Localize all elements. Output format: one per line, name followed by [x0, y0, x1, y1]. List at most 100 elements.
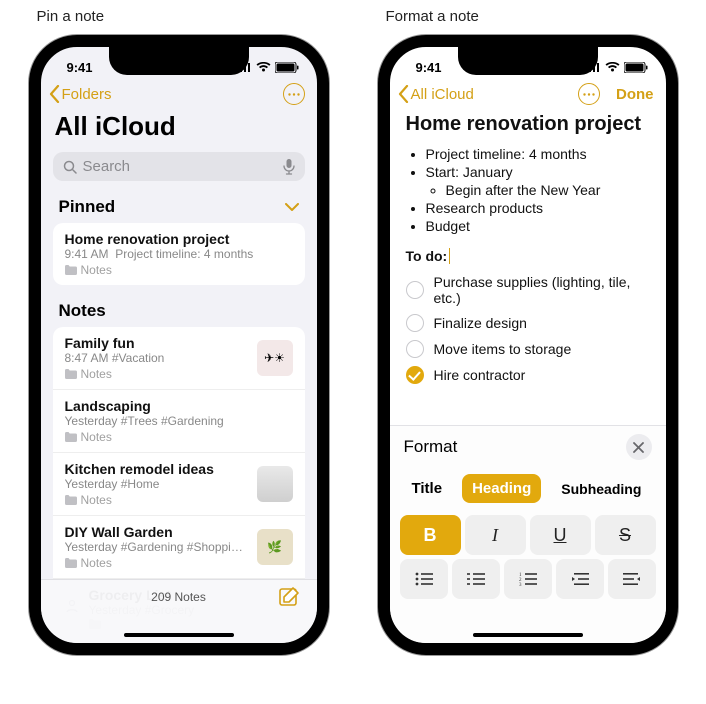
- wifi-icon: [256, 62, 271, 73]
- nav-bar: All iCloud Done: [390, 77, 666, 109]
- notch: [109, 47, 249, 75]
- folder-icon: [65, 432, 77, 442]
- bullet-sub-item: Begin after the New Year: [446, 182, 650, 198]
- indent-button[interactable]: [608, 559, 656, 599]
- note-folder: Notes: [65, 493, 247, 507]
- note-subtitle: Yesterday #Gardening #Shopping…: [65, 540, 247, 554]
- checkbox[interactable]: [406, 366, 424, 384]
- bullet-item: Budget: [426, 218, 650, 234]
- format-title: Format: [404, 437, 458, 457]
- home-indicator: [473, 633, 583, 637]
- strikethrough-button[interactable]: S: [595, 515, 656, 555]
- page-title: All iCloud: [41, 109, 317, 148]
- note-subtitle: 8:47 AM #Vacation: [65, 351, 247, 365]
- note-thumbnail: [257, 466, 293, 502]
- style-subheading[interactable]: Subheading: [551, 475, 651, 503]
- chevron-down-icon: [285, 203, 299, 212]
- close-icon: [633, 442, 644, 453]
- back-button[interactable]: All iCloud: [398, 85, 474, 103]
- battery-icon: [624, 62, 648, 73]
- more-button[interactable]: [283, 83, 305, 105]
- format-panel: Format Title Heading Subheading Body B I…: [390, 425, 666, 643]
- pinned-label: Pinned: [59, 197, 116, 217]
- todo-text: Purchase supplies (lighting, tile, etc.): [434, 274, 650, 306]
- todo-row[interactable]: Move items to storage: [406, 336, 650, 362]
- note-folder: Notes: [65, 263, 293, 277]
- folder-icon: [65, 265, 77, 275]
- notch: [458, 47, 598, 75]
- underline-button[interactable]: U: [530, 515, 591, 555]
- note-subtitle: Yesterday #Trees #Gardening: [65, 414, 293, 428]
- checkbox[interactable]: [406, 314, 424, 332]
- notes-label: Notes: [59, 301, 106, 321]
- note-row[interactable]: Kitchen remodel ideasYesterday #HomeNote…: [53, 453, 305, 516]
- italic-button[interactable]: I: [465, 515, 526, 555]
- chevron-left-icon: [49, 85, 60, 103]
- bullet-list-button[interactable]: [400, 559, 448, 599]
- back-button[interactable]: Folders: [49, 85, 112, 103]
- note-row-pinned[interactable]: Home renovation project 9:41 AM Project …: [53, 223, 305, 285]
- note-folder: Notes: [65, 367, 247, 381]
- style-heading[interactable]: Heading: [462, 474, 541, 503]
- checkbox[interactable]: [406, 340, 424, 358]
- bottom-toolbar: 209 Notes: [41, 579, 317, 643]
- todo-row[interactable]: Finalize design: [406, 310, 650, 336]
- dash-list-icon: [467, 572, 485, 586]
- numbered-list-button[interactable]: 123: [504, 559, 552, 599]
- close-button[interactable]: [626, 434, 652, 460]
- wifi-icon: [605, 62, 620, 73]
- checkbox[interactable]: [406, 281, 424, 299]
- search-icon: [63, 160, 77, 174]
- bold-button[interactable]: B: [400, 515, 461, 555]
- mic-icon[interactable]: [283, 159, 295, 175]
- more-icon: [288, 93, 300, 96]
- note-thumbnail: ✈︎☀︎: [257, 340, 293, 376]
- note-thumbnail: 🌿: [257, 529, 293, 565]
- folder-icon: [65, 369, 77, 379]
- numbered-list-icon: 123: [519, 572, 537, 586]
- todo-heading: To do:: [406, 248, 451, 264]
- note-row[interactable]: Family fun8:47 AM #Vacation Notes ✈︎☀︎: [53, 327, 305, 390]
- done-button[interactable]: Done: [616, 86, 654, 103]
- pinned-list: Home renovation project 9:41 AM Project …: [53, 223, 305, 285]
- bullet-item: Start: January Begin after the New Year: [426, 164, 650, 198]
- note-row[interactable]: LandscapingYesterday #Trees #GardeningNo…: [53, 390, 305, 453]
- todo-row[interactable]: Hire contractor: [406, 362, 650, 388]
- status-time: 9:41: [67, 60, 93, 75]
- note-title: Family fun: [65, 335, 247, 351]
- compose-button[interactable]: [279, 586, 301, 611]
- chevron-left-icon: [398, 85, 409, 103]
- status-time: 9:41: [416, 60, 442, 75]
- folder-icon: [65, 558, 77, 568]
- phone-right: 9:41 All iCloud Done Home renovation pro…: [378, 35, 678, 655]
- phone-left: 9:41 Folders All iCloud Search Pinned: [29, 35, 329, 655]
- search-placeholder: Search: [83, 158, 277, 175]
- folder-icon: [65, 495, 77, 505]
- note-body[interactable]: Home renovation project Project timeline…: [390, 109, 666, 392]
- back-label: Folders: [62, 86, 112, 103]
- more-icon: [583, 93, 595, 96]
- battery-icon: [275, 62, 299, 73]
- note-subtitle: 9:41 AM Project timeline: 4 months: [65, 247, 293, 261]
- todo-row[interactable]: Purchase supplies (lighting, tile, etc.): [406, 270, 650, 310]
- bullet-list-icon: [415, 572, 433, 586]
- notes-count: 209 Notes: [151, 590, 206, 604]
- svg-text:3: 3: [519, 583, 522, 586]
- search-input[interactable]: Search: [53, 152, 305, 181]
- text-style-row[interactable]: Title Heading Subheading Body: [400, 468, 656, 515]
- note-heading: Home renovation project: [406, 113, 650, 136]
- bullet-item: Research products: [426, 200, 650, 216]
- note-row[interactable]: DIY Wall GardenYesterday #Gardening #Sho…: [53, 516, 305, 579]
- style-title[interactable]: Title: [402, 474, 453, 503]
- format-buttons-row1: B I U S: [400, 515, 656, 555]
- todo-list: Purchase supplies (lighting, tile, etc.)…: [406, 270, 650, 388]
- note-subtitle: Yesterday #Home: [65, 477, 247, 491]
- more-button[interactable]: [578, 83, 600, 105]
- dash-list-button[interactable]: [452, 559, 500, 599]
- notes-header[interactable]: Notes: [41, 289, 317, 323]
- todo-text: Finalize design: [434, 315, 527, 331]
- pinned-header[interactable]: Pinned: [41, 185, 317, 219]
- caption-left: Pin a note: [29, 8, 105, 25]
- outdent-button[interactable]: [556, 559, 604, 599]
- home-indicator: [124, 633, 234, 637]
